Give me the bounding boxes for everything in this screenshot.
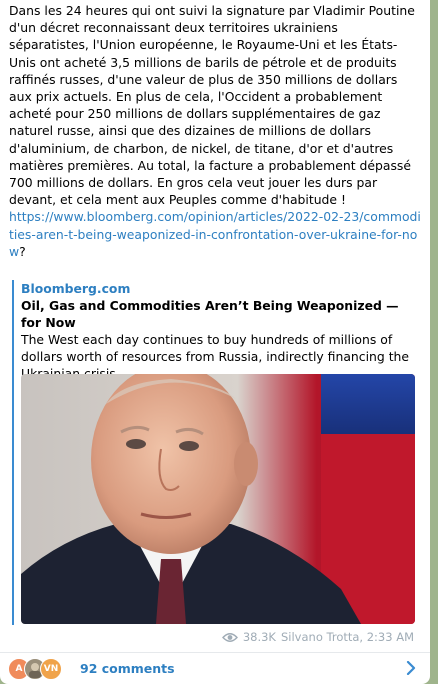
message-text: Dans les 24 heures qui ont suivi la sign… [9,2,421,260]
preview-site-name: Bloomberg.com [21,281,131,296]
comments-bar[interactable]: A VN 92 comments [0,653,430,684]
comments-label[interactable]: 92 comments [80,661,175,676]
preview-title: Oil, Gas and Commodities Aren’t Being We… [21,298,399,330]
link-suffix: ? [19,243,26,259]
commenter-avatars: A VN [8,657,68,680]
message-body: Dans les 24 heures qui ont suivi la sign… [9,3,415,208]
views-count: 38.3K [242,630,276,644]
author-time: Silvano Trotta, 2:33 AM [280,630,414,644]
message-meta: 38.3K Silvano Trotta, 2:33 AM [221,630,414,644]
link-preview[interactable]: Bloomberg.com Oil, Gas and Commodities A… [12,280,417,625]
views-eye-icon [221,632,238,642]
chevron-right-icon[interactable] [406,661,416,675]
avatar: VN [40,657,62,680]
message-bubble: Dans les 24 heures qui ont suivi la sign… [0,0,430,684]
preview-image[interactable] [21,374,415,624]
article-link[interactable]: https://www.bloomberg.com/opinion/articl… [9,209,421,258]
